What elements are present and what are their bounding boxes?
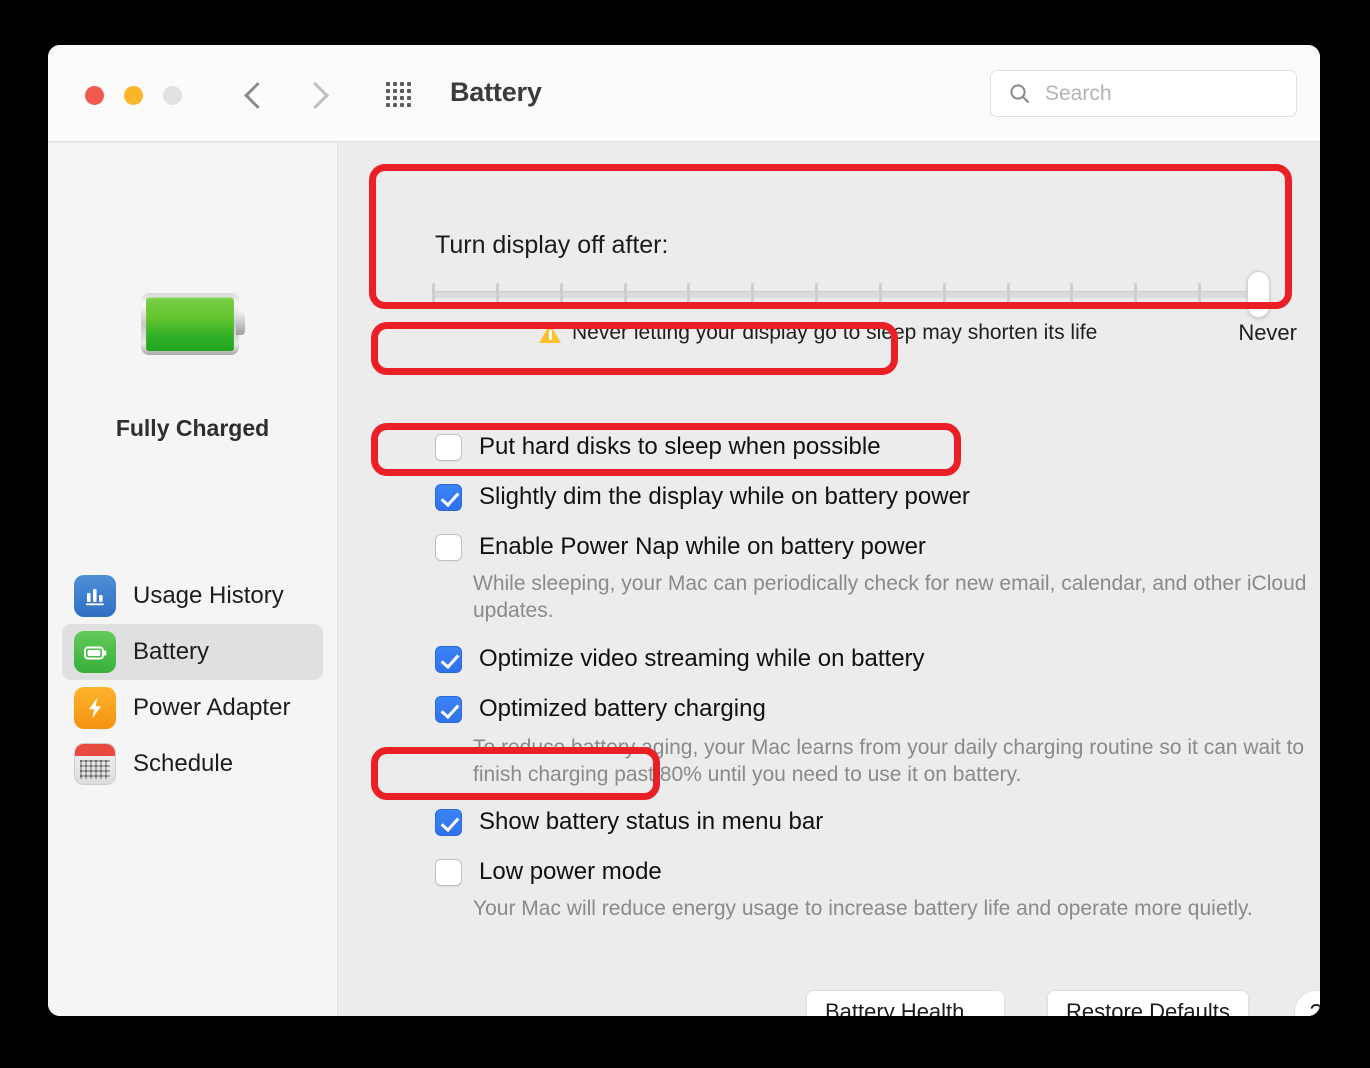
traffic-lights (85, 86, 182, 105)
optimized-battery-charging-row[interactable]: Optimized battery charging (435, 695, 766, 723)
put-hard-disks-to-sleep-row[interactable]: Put hard disks to sleep when possible (435, 433, 881, 461)
slightly-dim-display-row[interactable]: Slightly dim the display while on batter… (435, 483, 970, 511)
checkbox-label: Optimize video streaming while on batter… (479, 645, 925, 672)
enable-power-nap-checkbox[interactable] (435, 533, 462, 561)
all-preferences-grid-icon[interactable] (382, 80, 416, 110)
power-adapter-bolt-icon (74, 687, 116, 729)
battery-settings-panel: Turn display off after: Never letting yo… (339, 143, 1320, 1016)
slider-ticks (432, 283, 1262, 307)
put-hard-disks-to-sleep-checkbox[interactable] (435, 433, 462, 461)
turn-display-off-label: Turn display off after: (435, 231, 669, 259)
sidebar-item-usage-history[interactable]: Usage History (62, 568, 323, 624)
optimized-charging-description: To reduce battery aging, your Mac learns… (473, 736, 1305, 786)
sidebar-item-label: Power Adapter (133, 694, 291, 721)
search-input[interactable] (1045, 81, 1275, 106)
slider-warning: Never letting your display go to sleep m… (539, 321, 1097, 345)
optimized-battery-charging-checkbox[interactable] (435, 695, 462, 723)
show-battery-status-checkbox[interactable] (435, 808, 462, 836)
usage-history-icon (74, 575, 116, 617)
window-titlebar: Battery (48, 45, 1320, 142)
slightly-dim-display-checkbox[interactable] (435, 483, 462, 511)
sidebar-item-battery[interactable]: Battery (62, 624, 323, 680)
system-preferences-window: Battery Fully Charged (48, 45, 1320, 1016)
warning-triangle-icon (539, 323, 561, 343)
sidebar-item-power-adapter[interactable]: Power Adapter (62, 680, 323, 736)
sidebar-nav-list: Usage History Battery Power Adapter Sche… (62, 568, 323, 792)
low-power-mode-checkbox[interactable] (435, 858, 462, 886)
show-battery-status-row[interactable]: Show battery status in menu bar (435, 808, 823, 836)
checkbox-label: Enable Power Nap while on battery power (479, 533, 926, 560)
low-power-mode-description: Your Mac will reduce energy usage to inc… (473, 897, 1253, 920)
sidebar: Fully Charged Usage History Battery Powe… (48, 143, 338, 1016)
slider-knob[interactable] (1247, 271, 1270, 318)
display-sleep-slider[interactable] (432, 271, 1270, 318)
checkbox-label: Put hard disks to sleep when possible (479, 433, 881, 460)
checkbox-label: Slightly dim the display while on batter… (479, 483, 970, 510)
battery-health-button[interactable]: Battery Health… (806, 990, 1006, 1016)
zoom-window-button[interactable] (163, 86, 182, 105)
checkbox-label: Optimized battery charging (479, 695, 766, 722)
sidebar-item-label: Schedule (133, 750, 234, 777)
power-nap-description: While sleeping, your Mac can periodicall… (473, 572, 1307, 622)
schedule-calendar-icon (74, 743, 116, 785)
sidebar-item-schedule[interactable]: Schedule (62, 736, 323, 792)
checkbox-label: Low power mode (479, 858, 662, 885)
slider-warning-text: Never letting your display go to sleep m… (572, 321, 1098, 344)
sidebar-item-label: Usage History (133, 582, 284, 609)
checkbox-label: Show battery status in menu bar (479, 808, 824, 835)
restore-defaults-button[interactable]: Restore Defaults (1047, 990, 1249, 1016)
minimize-window-button[interactable] (124, 86, 143, 105)
close-window-button[interactable] (85, 86, 104, 105)
search-field[interactable] (990, 70, 1297, 117)
optimize-video-streaming-row[interactable]: Optimize video streaming while on batter… (435, 645, 925, 673)
low-power-mode-row[interactable]: Low power mode (435, 858, 662, 886)
slider-value-label: Never (1238, 320, 1297, 345)
page-title: Battery (450, 77, 542, 107)
charge-status-label: Fully Charged (115, 415, 270, 441)
search-icon (1010, 83, 1030, 103)
help-button[interactable]: ? (1294, 990, 1320, 1016)
optimize-video-streaming-checkbox[interactable] (435, 645, 462, 673)
chevron-right-icon[interactable] (305, 77, 331, 113)
enable-power-nap-row[interactable]: Enable Power Nap while on battery power (435, 533, 926, 561)
chevron-left-icon[interactable] (241, 77, 267, 113)
sidebar-item-label: Battery (133, 638, 210, 665)
battery-icon (74, 631, 116, 673)
navigation-arrows (241, 77, 331, 113)
battery-full-icon (140, 293, 245, 355)
